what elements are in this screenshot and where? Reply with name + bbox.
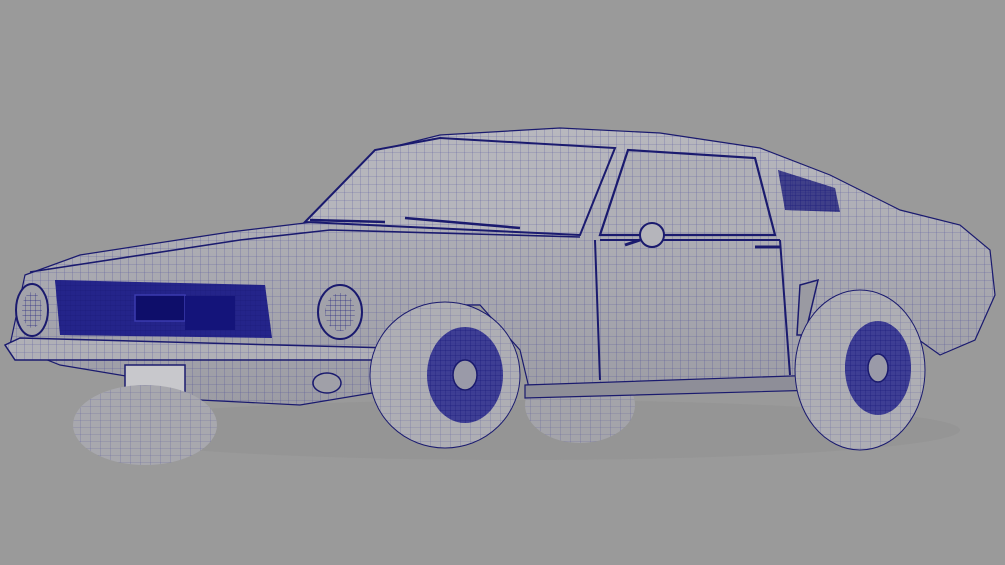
fog-light: [312, 372, 342, 394]
left-headlight: [15, 283, 49, 337]
grille-emblem: [134, 294, 186, 322]
right-headlight: [317, 284, 363, 340]
car-wireframe-render: [3, 127, 996, 465]
3d-viewport[interactable]: [0, 0, 1005, 565]
front-right-wheel: [369, 301, 521, 449]
side-window: [598, 148, 777, 237]
front-grille: [55, 280, 272, 338]
rear-right-wheel: [794, 289, 926, 451]
front-left-wheel: [73, 385, 217, 465]
